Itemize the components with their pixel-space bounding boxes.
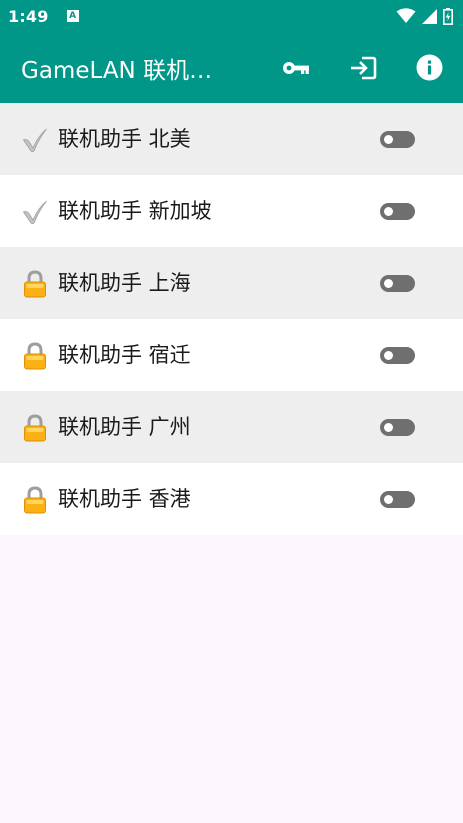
list-item[interactable]: 联机助手 香港 [0, 463, 463, 535]
server-toggle[interactable] [380, 203, 415, 220]
app-bar-actions [262, 32, 463, 103]
server-toggle[interactable] [380, 491, 415, 508]
toggle-knob [384, 135, 393, 144]
server-label: 联机助手 上海 [58, 271, 191, 295]
toggle-knob [384, 351, 393, 360]
toggle-knob [384, 495, 393, 504]
list-item[interactable]: 联机助手 北美 [0, 103, 463, 175]
key-button[interactable] [262, 32, 329, 103]
check-icon [22, 198, 48, 226]
server-label: 联机助手 北美 [58, 127, 191, 151]
info-icon [416, 54, 443, 81]
app-title: GameLAN 联机助手 [21, 57, 231, 84]
app-bar: GameLAN 联机助手 [0, 32, 463, 103]
server-label: 联机助手 新加坡 [58, 199, 212, 223]
status-time: 1:49 [8, 6, 49, 26]
list-item[interactable]: 联机助手 新加坡 [0, 175, 463, 247]
server-list: 联机助手 北美 联机助手 新加坡 联机助手 上海 联机助手 宿迁 联机助手 广州… [0, 103, 463, 535]
server-toggle[interactable] [380, 347, 415, 364]
key-icon [282, 61, 309, 74]
lock-icon [22, 486, 48, 514]
server-toggle[interactable] [380, 419, 415, 436]
login-button[interactable] [329, 32, 396, 103]
toggle-knob [384, 207, 393, 216]
server-toggle[interactable] [380, 131, 415, 148]
server-label: 联机助手 宿迁 [58, 343, 191, 367]
wifi-icon [396, 8, 416, 24]
toggle-knob [384, 279, 393, 288]
signal-icon [422, 8, 437, 24]
lock-icon [22, 414, 48, 442]
server-label: 联机助手 香港 [58, 487, 191, 511]
status-icons [396, 7, 453, 25]
check-icon [22, 126, 48, 154]
lock-icon [22, 342, 48, 370]
status-bar: 1:49 A [0, 0, 463, 32]
app-screen: 1:49 A GameLAN 联机助手 联机助手 北美 联机助手 新加坡 联机助… [0, 0, 463, 823]
battery-icon [443, 7, 453, 25]
server-toggle[interactable] [380, 275, 415, 292]
server-label: 联机助手 广州 [58, 415, 191, 439]
list-item[interactable]: 联机助手 上海 [0, 247, 463, 319]
login-icon [350, 56, 376, 79]
list-item[interactable]: 联机助手 广州 [0, 391, 463, 463]
list-item[interactable]: 联机助手 宿迁 [0, 319, 463, 391]
toggle-knob [384, 423, 393, 432]
lock-icon [22, 270, 48, 298]
notification-a-icon: A [66, 10, 79, 22]
info-button[interactable] [396, 32, 463, 103]
